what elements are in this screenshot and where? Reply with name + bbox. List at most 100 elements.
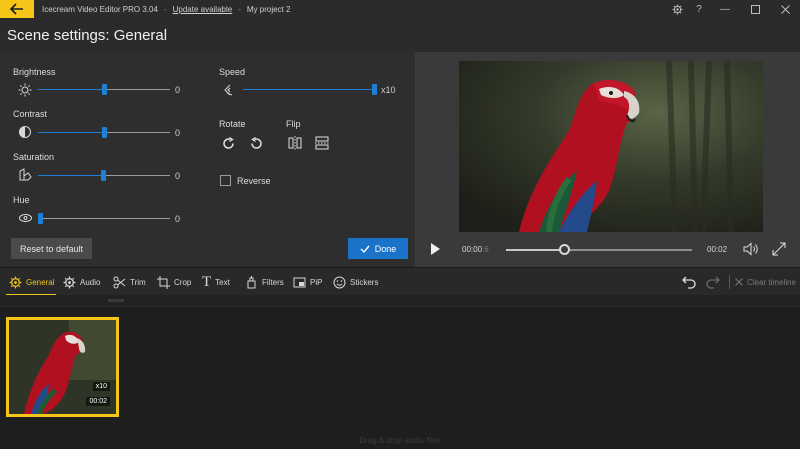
clip-duration-badge: 00:02 [86, 397, 110, 406]
play-icon [431, 243, 440, 255]
back-button[interactable] [0, 0, 34, 18]
speed-slider-thumb[interactable] [372, 84, 377, 95]
speed-slider[interactable] [243, 84, 377, 95]
brightness-slider-thumb[interactable] [102, 84, 107, 95]
close-button[interactable] [770, 0, 800, 18]
hue-label: Hue [13, 195, 30, 205]
speed-label: Speed [219, 67, 246, 77]
tab-audio[interactable]: Audio [63, 273, 100, 291]
filters-icon [247, 275, 256, 288]
playback-progress-bar[interactable] [506, 244, 692, 255]
volume-button[interactable] [743, 242, 759, 261]
fullscreen-button[interactable] [772, 242, 786, 261]
toolbar-divider [729, 275, 730, 289]
scissors-icon [113, 276, 126, 288]
maximize-button[interactable] [740, 0, 770, 18]
saturation-slider-thumb[interactable] [101, 170, 106, 181]
project-name: My project 2 [246, 4, 291, 14]
timeline-clip[interactable]: x10 00:02 [6, 317, 119, 417]
title-separator: - [163, 4, 167, 14]
play-button[interactable] [427, 241, 443, 257]
flip-horizontal-icon [288, 136, 302, 150]
tab-pip[interactable]: PiP [293, 273, 322, 291]
saturation-icon [17, 167, 33, 183]
fullscreen-icon [772, 242, 786, 256]
help-button[interactable]: ? [688, 0, 710, 18]
duration: 00:02 [707, 245, 728, 254]
tab-stickers-label: Stickers [350, 277, 379, 287]
flip-vertical-button[interactable] [313, 134, 331, 152]
arrow-left-icon [10, 3, 23, 15]
brightness-slider[interactable] [38, 84, 170, 95]
title-separator-2: - [238, 4, 241, 14]
edit-toolbar: General Audio Trim Crop T Text Filters P… [0, 267, 800, 296]
audio-gear-icon [63, 276, 76, 288]
window-controls: ? — [666, 0, 800, 18]
hue-slider-thumb[interactable] [38, 213, 43, 224]
contrast-slider-thumb[interactable] [102, 127, 107, 138]
tab-stickers[interactable]: Stickers [333, 273, 378, 291]
timeline: x10 00:02 Drag & drop audio files [0, 295, 800, 449]
rotate-label: Rotate [219, 119, 246, 129]
tab-text[interactable]: T Text [202, 273, 230, 291]
progress-fill [506, 249, 564, 251]
tab-crop-label: Crop [174, 277, 192, 287]
flip-label: Flip [286, 119, 301, 129]
gear-icon [9, 276, 22, 288]
contrast-label: Contrast [13, 109, 48, 119]
tab-filters[interactable]: Filters [245, 273, 284, 291]
current-time-value: 00:00 [462, 245, 483, 254]
brightness-value: 0 [175, 85, 181, 95]
clear-timeline-button[interactable]: Clear timeline [735, 273, 796, 291]
minimize-icon: — [720, 3, 730, 15]
playhead-marker[interactable] [108, 299, 124, 302]
saturation-slider[interactable] [38, 170, 170, 181]
tab-trim-label: Trim [130, 277, 146, 287]
rotate-left-icon [250, 136, 262, 149]
contrast-slider[interactable] [38, 127, 170, 138]
done-label: Done [374, 243, 397, 254]
timeline-ruler[interactable] [0, 295, 800, 307]
flip-vertical-icon [315, 136, 329, 150]
redo-icon [706, 276, 720, 289]
undo-icon [682, 276, 696, 289]
minimize-button[interactable]: — [710, 0, 740, 18]
saturation-slider-fill [38, 175, 104, 176]
current-time-fraction: .6 [482, 245, 489, 254]
checkmark-icon [360, 245, 370, 253]
redo-button[interactable] [706, 275, 720, 294]
tab-general[interactable]: General [9, 273, 54, 291]
done-button[interactable]: Done [348, 238, 408, 259]
undo-button[interactable] [682, 275, 696, 294]
title-bar: Icecream Video Editor PRO 3.04 - Update … [0, 0, 800, 18]
rotate-right-icon [222, 136, 234, 149]
reset-label: Reset to default [19, 243, 84, 254]
gear-icon [671, 3, 683, 15]
close-icon [735, 278, 743, 286]
speed-icon [222, 82, 238, 98]
current-time: 00:00.6 [462, 245, 489, 254]
hue-slider[interactable] [38, 213, 170, 224]
scene-header: Scene settings: General [0, 18, 800, 52]
volume-icon [743, 242, 758, 256]
brightness-slider-fill [38, 89, 104, 90]
flip-horizontal-button[interactable] [286, 134, 304, 152]
contrast-slider-fill [38, 132, 104, 133]
hue-icon [17, 210, 33, 226]
update-available-link[interactable]: Update available [173, 5, 233, 14]
question-icon: ? [696, 3, 702, 15]
tab-filters-label: Filters [262, 277, 284, 287]
progress-knob[interactable] [558, 244, 570, 255]
saturation-value: 0 [175, 171, 181, 181]
rotate-left-button[interactable] [247, 134, 265, 152]
contrast-value: 0 [175, 128, 181, 138]
rotate-right-button[interactable] [219, 134, 237, 152]
reverse-checkbox[interactable] [220, 175, 231, 186]
reset-to-default-button[interactable]: Reset to default [11, 238, 92, 259]
tab-audio-label: Audio [80, 277, 101, 287]
tab-crop[interactable]: Crop [157, 273, 191, 291]
settings-button[interactable] [666, 0, 688, 18]
tab-trim[interactable]: Trim [113, 273, 146, 291]
video-frame-image [459, 61, 763, 232]
close-icon [780, 4, 790, 14]
